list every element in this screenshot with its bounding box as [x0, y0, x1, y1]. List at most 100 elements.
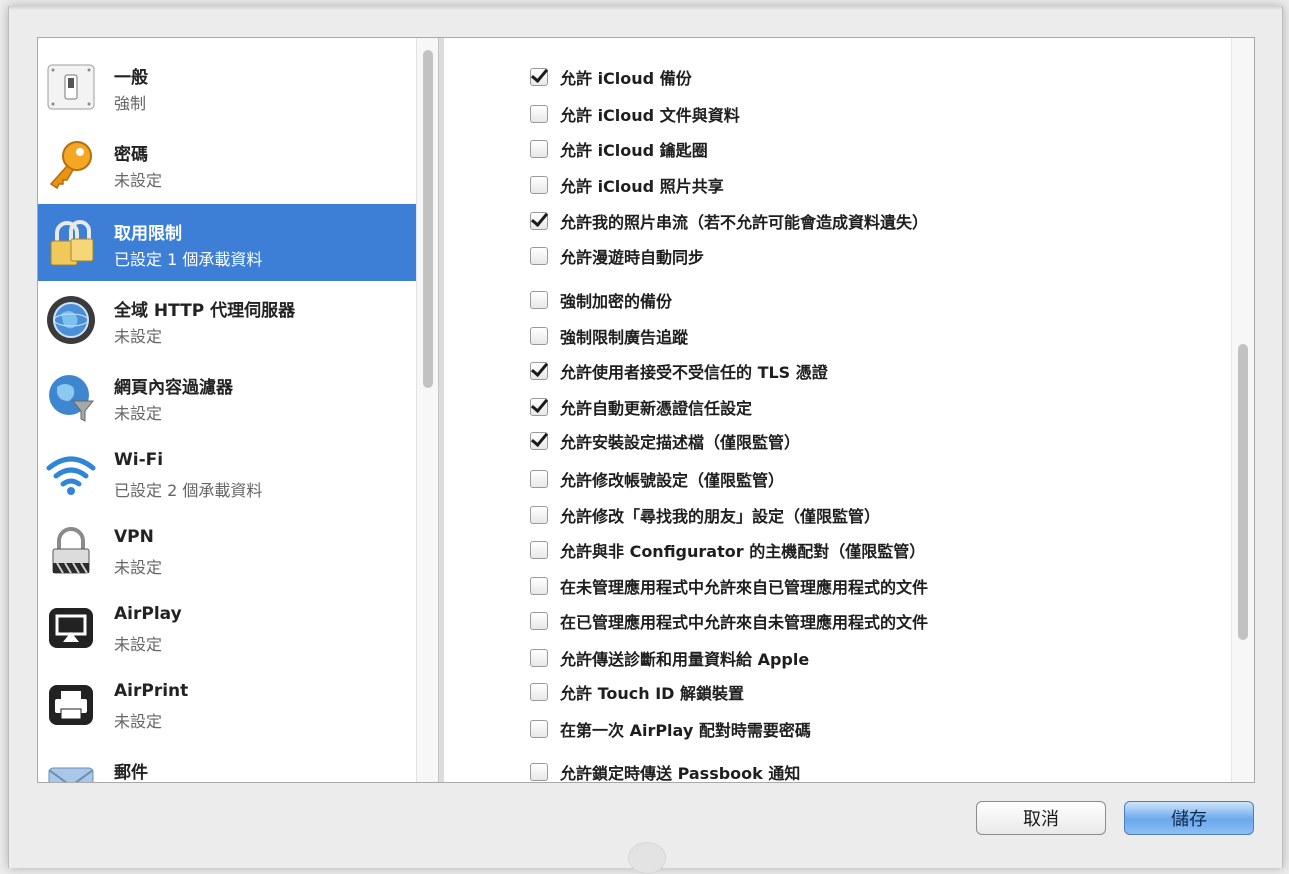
sidebar-item-http-proxy[interactable]: 全域 HTTP 代理伺服器 未設定 [38, 281, 416, 358]
checkbox-row[interactable]: 允許修改帳號設定（僅限監管） [530, 464, 784, 494]
checkbox[interactable] [530, 763, 548, 781]
checkbox[interactable] [530, 683, 548, 701]
airplay-icon [45, 602, 97, 654]
checkbox[interactable] [530, 362, 548, 380]
checkbox-row[interactable]: 允許 iCloud 文件與資料 [530, 99, 740, 129]
checkbox-row[interactable]: 強制限制廣告追蹤 [530, 321, 688, 351]
checkbox-row[interactable]: 在已管理應用程式中允許來自未管理應用程式的文件 [530, 606, 928, 636]
checkbox-label: 允許安裝設定描述檔（僅限監管） [560, 433, 801, 452]
checkbox-row[interactable]: 允許 Touch ID 解鎖裝置 [530, 677, 744, 707]
sidebar-item-airprint[interactable]: AirPrint 未設定 [38, 666, 416, 743]
checkbox-row[interactable]: 在未管理應用程式中允許來自已管理應用程式的文件 [530, 571, 928, 601]
content-scroll-thumb[interactable] [1238, 344, 1248, 640]
checkbox-label: 在第一次 AirPlay 配對時需要密碼 [560, 721, 811, 740]
checkbox-row[interactable]: 允許鎖定時傳送 Passbook 通知 [530, 757, 800, 782]
checkbox[interactable] [530, 68, 548, 86]
wifi-icon [45, 448, 97, 500]
sidebar-item-subtitle: 未設定 [114, 327, 163, 346]
checkbox[interactable] [530, 176, 548, 194]
sidebar-item-title: 郵件 [114, 763, 148, 782]
sidebar-item-subtitle: 未設定 [114, 558, 163, 577]
sidebar-item-title: 取用限制 [114, 224, 182, 244]
sidebar-scrollbar[interactable] [416, 38, 439, 782]
sidebar-item-subtitle: 強制 [114, 94, 147, 113]
checkbox-label: 允許使用者接受不受信任的 TLS 憑證 [560, 363, 828, 382]
sidebar-item-subtitle: 未設定 [114, 404, 163, 423]
sidebar-item-title: 全域 HTTP 代理伺服器 [114, 301, 296, 321]
checkbox-row[interactable]: 允許修改「尋找我的朋友」設定（僅限監管） [530, 500, 880, 530]
sidebar-item-title: AirPlay [114, 604, 182, 624]
checkbox-row[interactable]: 強制加密的備份 [530, 285, 672, 315]
checkbox[interactable] [530, 398, 548, 416]
checkbox[interactable] [530, 247, 548, 265]
app-logo-icon [628, 842, 666, 874]
checkbox[interactable] [530, 541, 548, 559]
mail-icon [45, 756, 97, 782]
sidebar-item-vpn[interactable]: VPN 未設定 [38, 512, 416, 589]
checkbox-label: 允許與非 Configurator 的主機配對（僅限監管） [560, 542, 926, 561]
checkbox-row[interactable]: 允許漫遊時自動同步 [530, 241, 704, 271]
sidebar-item-title: 密碼 [114, 145, 148, 165]
settings-pane: 一般 強制 密碼 未設定 取用限制 已設定 1 個承載資料 全域 HTTP 代理… [37, 37, 1255, 783]
lock-icon [45, 217, 97, 269]
sidebar-item-subtitle: 已設定 2 個承載資料 [114, 481, 263, 500]
sidebar-item-content-filter[interactable]: 網頁內容過濾器 未設定 [38, 358, 416, 435]
sidebar-item-subtitle: 未設定 [114, 712, 163, 731]
sidebar-item-subtitle: 未設定 [114, 171, 163, 190]
checkbox-row[interactable]: 允許安裝設定描述檔（僅限監管） [530, 426, 800, 456]
checkbox[interactable] [530, 105, 548, 123]
restrictions-panel: 允許 iCloud 備份 允許 iCloud 文件與資料 允許 iCloud 鑰… [443, 38, 1254, 782]
sidebar-item-restrictions[interactable]: 取用限制 已設定 1 個承載資料 [38, 204, 416, 281]
checkbox-label: 允許我的照片串流（若不允許可能會造成資料遺失） [560, 213, 929, 232]
sheet-top-edge [9, 6, 1282, 10]
checkbox[interactable] [530, 612, 548, 630]
checkbox[interactable] [530, 140, 548, 158]
checkbox-row[interactable]: 允許 iCloud 照片共享 [530, 170, 724, 200]
sidebar-item-mail[interactable]: 郵件 [38, 743, 416, 782]
checkbox-label: 允許修改「尋找我的朋友」設定（僅限監管） [560, 507, 881, 526]
checkbox[interactable] [530, 470, 548, 488]
checkbox[interactable] [530, 327, 548, 345]
checkbox-row[interactable]: 在第一次 AirPlay 配對時需要密碼 [530, 714, 811, 744]
sidebar-item-title: Wi-Fi [114, 450, 164, 470]
sidebar-item-subtitle: 已設定 1 個承載資料 [114, 250, 263, 269]
checkbox-label: 在未管理應用程式中允許來自已管理應用程式的文件 [560, 578, 929, 597]
checkbox-row[interactable]: 允許自動更新憑證信任設定 [530, 392, 752, 422]
checkbox-row[interactable]: 允許我的照片串流（若不允許可能會造成資料遺失） [530, 206, 928, 236]
key-icon [45, 138, 97, 190]
globe-filter-icon [45, 371, 97, 423]
checkbox-label: 允許 iCloud 鑰匙圈 [560, 141, 708, 160]
checkbox[interactable] [530, 212, 548, 230]
sidebar-item-wifi[interactable]: Wi-Fi 已設定 2 個承載資料 [38, 435, 416, 512]
globe-proxy-icon [45, 294, 97, 346]
save-button[interactable]: 儲存 [1124, 801, 1254, 835]
vpn-lock-icon [45, 525, 97, 577]
payload-sidebar: 一般 強制 密碼 未設定 取用限制 已設定 1 個承載資料 全域 HTTP 代理… [38, 38, 416, 782]
checkbox-row[interactable]: 允許 iCloud 備份 [530, 62, 692, 92]
checkbox-label: 強制加密的備份 [560, 292, 673, 311]
sidebar-item-subtitle: 未設定 [114, 635, 163, 654]
content-scrollbar[interactable] [1231, 38, 1254, 782]
sidebar-item-title: 一般 [114, 68, 148, 88]
checkbox[interactable] [530, 291, 548, 309]
checkbox-label: 強制限制廣告追蹤 [560, 328, 689, 347]
sidebar-scroll-thumb[interactable] [423, 50, 433, 388]
checkbox-row[interactable]: 允許與非 Configurator 的主機配對（僅限監管） [530, 535, 925, 565]
checkbox-label: 允許 iCloud 備份 [560, 69, 692, 88]
checkbox[interactable] [530, 577, 548, 595]
checkbox-row[interactable]: 允許 iCloud 鑰匙圈 [530, 134, 708, 164]
checkbox-label: 允許自動更新憑證信任設定 [560, 399, 753, 418]
sidebar-item-general[interactable]: 一般 強制 [38, 48, 416, 125]
checkbox[interactable] [530, 649, 548, 667]
sidebar-item-title: AirPrint [114, 681, 189, 701]
printer-icon [45, 679, 97, 731]
checkbox-row[interactable]: 允許傳送診斷和用量資料給 Apple [530, 643, 809, 673]
sidebar-item-passcode[interactable]: 密碼 未設定 [38, 125, 416, 202]
checkbox[interactable] [530, 506, 548, 524]
checkbox-label: 允許漫遊時自動同步 [560, 248, 705, 267]
cancel-button[interactable]: 取消 [976, 801, 1106, 835]
checkbox-row[interactable]: 允許使用者接受不受信任的 TLS 憑證 [530, 356, 828, 386]
checkbox[interactable] [530, 432, 548, 450]
sidebar-item-airplay[interactable]: AirPlay 未設定 [38, 589, 416, 666]
checkbox[interactable] [530, 720, 548, 738]
